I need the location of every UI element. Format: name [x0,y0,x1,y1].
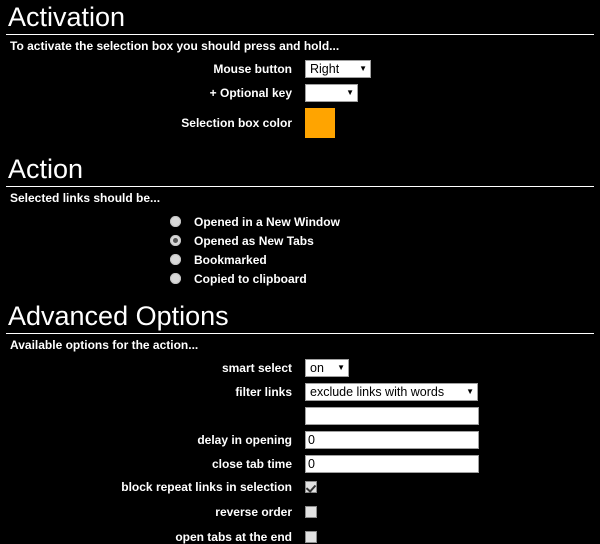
delay-in-opening-input[interactable] [305,431,479,449]
filter-links-value: exclude links with words [310,385,445,399]
advanced-options-subtitle: Available options for the action... [10,338,199,352]
row-mouse-button: Mouse button Right ▼ [0,60,600,78]
options-page: Activation To activate the selection box… [0,0,600,544]
radio-label-bookmarked: Bookmarked [194,252,267,267]
action-subtitle: Selected links should be... [10,191,161,205]
radio-label-new-window: Opened in a New Window [194,214,340,229]
block-repeat-links-label: block repeat links in selection [121,480,292,494]
reverse-order-label: reverse order [215,505,292,519]
row-block-repeat-links: block repeat links in selection [0,480,600,494]
radio-row-new-tabs[interactable]: Opened as New Tabs [0,231,600,250]
chevron-down-icon: ▼ [359,64,367,73]
selection-box-color-label: Selection box color [181,116,292,130]
filter-links-select[interactable]: exclude links with words ▼ [305,383,478,401]
section-action: Action Selected links should be... Opene… [0,152,600,288]
row-filter-words [0,407,600,425]
optional-key-label: + Optional key [209,86,292,100]
mouse-button-select[interactable]: Right ▼ [305,60,371,78]
chevron-down-icon: ▼ [337,363,345,372]
chevron-down-icon: ▼ [466,387,474,396]
action-heading: Action [8,154,84,184]
radio-bookmarked[interactable] [170,254,181,265]
row-close-tab-time: close tab time [0,455,600,473]
smart-select-value: on [310,361,324,375]
row-filter-links: filter links exclude links with words ▼ [0,383,600,401]
action-radio-group: Opened in a New Window Opened as New Tab… [0,208,600,288]
close-tab-time-input[interactable] [305,455,479,473]
chevron-down-icon: ▼ [346,88,354,97]
smart-select-label: smart select [221,361,292,375]
activation-subtitle: To activate the selection box you should… [10,39,340,53]
radio-label-copied-clipboard: Copied to clipboard [194,271,307,286]
activation-heading: Activation [8,2,126,32]
block-repeat-links-checkbox[interactable] [305,481,317,493]
open-tabs-at-end-label: open tabs at the end [175,530,292,544]
radio-row-bookmarked[interactable]: Bookmarked [0,250,600,269]
radio-row-copied-clipboard[interactable]: Copied to clipboard [0,269,600,288]
mouse-button-label: Mouse button [213,62,292,76]
reverse-order-checkbox[interactable] [305,506,317,518]
selection-box-color-swatch[interactable] [305,108,335,138]
radio-copied-clipboard[interactable] [170,273,181,284]
advanced-options-heading: Advanced Options [8,301,229,331]
delay-in-opening-label: delay in opening [197,433,292,447]
section-advanced-options: Advanced Options Available options for t… [0,299,600,544]
filter-links-label: filter links [235,385,292,399]
radio-new-tabs[interactable] [170,235,181,246]
optional-key-select[interactable]: ▼ [305,84,358,102]
close-tab-time-label: close tab time [211,457,292,471]
row-smart-select: smart select on ▼ [0,359,600,377]
section-activation: Activation To activate the selection box… [0,0,600,138]
radio-label-new-tabs: Opened as New Tabs [194,233,314,248]
row-reverse-order: reverse order [0,505,600,519]
row-delay-in-opening: delay in opening [0,431,600,449]
row-selection-box-color: Selection box color [0,108,600,138]
radio-new-window[interactable] [170,216,181,227]
row-open-tabs-at-end: open tabs at the end [0,530,600,544]
radio-row-new-window[interactable]: Opened in a New Window [0,212,600,231]
filter-words-input[interactable] [305,407,479,425]
smart-select-select[interactable]: on ▼ [305,359,349,377]
row-optional-key: + Optional key ▼ [0,84,600,102]
mouse-button-value: Right [310,62,340,76]
